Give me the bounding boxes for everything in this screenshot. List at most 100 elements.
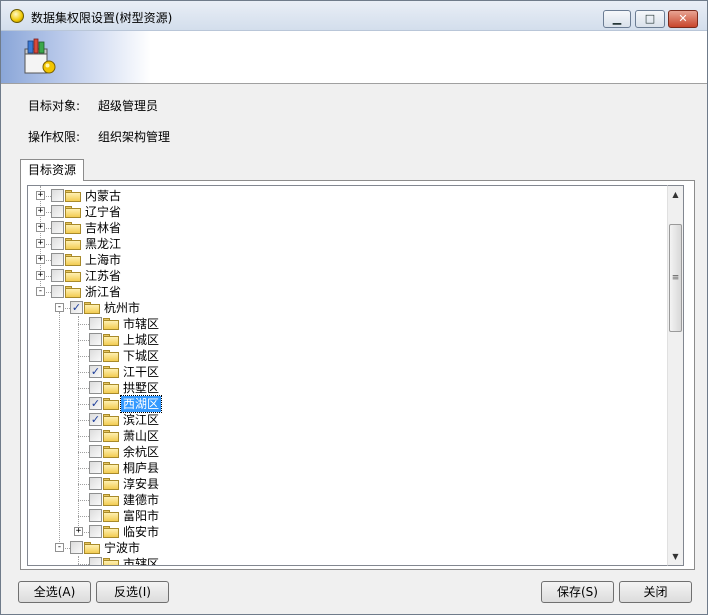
node-checkbox[interactable]: ✓: [89, 397, 102, 410]
tree-node[interactable]: ✓ 西湖区: [28, 395, 667, 413]
tree-node[interactable]: 建德市: [28, 492, 667, 508]
tree-node[interactable]: 富阳市: [28, 508, 667, 524]
tree-node-label[interactable]: 市辖区: [121, 316, 161, 332]
tree-node-label[interactable]: 江苏省: [83, 268, 123, 284]
tree-node-label[interactable]: 浙江省: [83, 284, 123, 300]
node-checkbox[interactable]: [89, 429, 102, 442]
node-checkbox[interactable]: [89, 445, 102, 458]
tree-node[interactable]: 市辖区: [28, 556, 667, 565]
node-checkbox[interactable]: [89, 317, 102, 330]
node-checkbox[interactable]: [89, 525, 102, 538]
scroll-thumb[interactable]: ≡: [669, 224, 682, 332]
tree-node-label[interactable]: 内蒙古: [83, 188, 123, 204]
tree-node-label[interactable]: 余杭区: [121, 444, 161, 460]
node-checkbox[interactable]: [89, 509, 102, 522]
tree-node[interactable]: + 吉林省: [28, 220, 667, 236]
expand-icon[interactable]: +: [36, 255, 45, 264]
maximize-button[interactable]: □: [635, 10, 665, 28]
node-checkbox[interactable]: [89, 381, 102, 394]
node-checkbox[interactable]: [51, 285, 64, 298]
node-checkbox[interactable]: [89, 493, 102, 506]
tree-node[interactable]: 淳安县: [28, 476, 667, 492]
tree-node[interactable]: 余杭区: [28, 444, 667, 460]
collapse-icon[interactable]: -: [55, 303, 64, 312]
expand-icon[interactable]: +: [36, 223, 45, 232]
close-button[interactable]: 关闭: [619, 581, 692, 603]
tree-node[interactable]: 市辖区: [28, 316, 667, 332]
tree-node-label[interactable]: 杭州市: [102, 300, 142, 316]
tree-node-label[interactable]: 辽宁省: [83, 204, 123, 220]
collapse-icon[interactable]: -: [36, 287, 45, 296]
tree-node-label[interactable]: 上城区: [121, 332, 161, 348]
tree-node-label[interactable]: 黑龙江: [83, 236, 123, 252]
tree-node[interactable]: 萧山区: [28, 428, 667, 444]
node-checkbox[interactable]: [89, 557, 102, 565]
node-checkbox[interactable]: [89, 461, 102, 474]
tree-node[interactable]: + 江苏省: [28, 268, 667, 284]
tree-node[interactable]: - 浙江省: [28, 284, 667, 300]
tab-target-resources[interactable]: 目标资源: [20, 159, 84, 181]
expand-icon[interactable]: +: [36, 191, 45, 200]
tree-node-label[interactable]: 西湖区: [119, 395, 163, 413]
select-all-button[interactable]: 全选(A): [18, 581, 91, 603]
tree-node-label[interactable]: 上海市: [83, 252, 123, 268]
scroll-down-arrow-icon[interactable]: ▼: [668, 548, 683, 565]
node-checkbox[interactable]: [51, 189, 64, 202]
tree-node-label[interactable]: 建德市: [121, 492, 161, 508]
tree-node-label[interactable]: 淳安县: [121, 476, 161, 492]
node-checkbox[interactable]: ✓: [89, 365, 102, 378]
expand-icon[interactable]: +: [36, 271, 45, 280]
node-checkbox[interactable]: [51, 221, 64, 234]
collapse-icon[interactable]: -: [55, 543, 64, 552]
tree-node-label[interactable]: 市辖区: [121, 556, 161, 565]
tree-node-label[interactable]: 富阳市: [121, 508, 161, 524]
tree-node-label[interactable]: 宁波市: [102, 540, 142, 556]
node-checkbox[interactable]: ✓: [89, 413, 102, 426]
tree-node-label[interactable]: 拱墅区: [121, 380, 161, 396]
title-bar[interactable]: 数据集权限设置(树型资源) ▁ □ ✕: [1, 1, 707, 31]
resource-tree[interactable]: + 内蒙古 + 辽宁省 + 吉林省 + 黑龙江 + 上海市 + 江苏省 - 浙江省 - ✓ 杭州市 市辖区 上城区下…: [27, 185, 667, 566]
node-checkbox[interactable]: [51, 205, 64, 218]
tree-node-label[interactable]: 江干区: [121, 364, 161, 380]
node-checkbox[interactable]: [89, 349, 102, 362]
tree-node[interactable]: + 辽宁省: [28, 204, 667, 220]
node-checkbox[interactable]: [51, 269, 64, 282]
tree-node[interactable]: + 黑龙江: [28, 236, 667, 252]
minimize-button[interactable]: ▁: [603, 10, 631, 28]
tree-node[interactable]: - 宁波市: [28, 540, 667, 556]
folder-icon-body: [84, 304, 100, 314]
node-checkbox[interactable]: [51, 253, 64, 266]
tree-node-label[interactable]: 萧山区: [121, 428, 161, 444]
folder-icon: [65, 238, 81, 250]
tree-node[interactable]: 桐庐县: [28, 460, 667, 476]
node-checkbox[interactable]: [70, 541, 83, 554]
tree-node[interactable]: + 上海市: [28, 252, 667, 268]
close-window-button[interactable]: ✕: [668, 10, 698, 28]
tree-node-label[interactable]: 吉林省: [83, 220, 123, 236]
scroll-up-arrow-icon[interactable]: ▲: [668, 186, 683, 203]
folder-icon: [103, 382, 119, 394]
expand-icon[interactable]: +: [36, 207, 45, 216]
tree-node-label[interactable]: 桐庐县: [121, 460, 161, 476]
tree-node[interactable]: 上城区: [28, 332, 667, 348]
expand-icon[interactable]: +: [74, 527, 83, 536]
node-checkbox[interactable]: [51, 237, 64, 250]
invert-selection-button[interactable]: 反选(I): [96, 581, 169, 603]
tree-node[interactable]: ✓ 江干区: [28, 364, 667, 380]
node-checkbox[interactable]: ✓: [70, 301, 83, 314]
node-checkbox[interactable]: [89, 333, 102, 346]
tree-node[interactable]: 下城区: [28, 348, 667, 364]
folder-icon: [103, 350, 119, 362]
tree-node[interactable]: - ✓ 杭州市: [28, 300, 667, 316]
tree-node[interactable]: 拱墅区: [28, 380, 667, 396]
node-checkbox[interactable]: [89, 477, 102, 490]
tree-node[interactable]: + 临安市: [28, 524, 667, 540]
save-button[interactable]: 保存(S): [541, 581, 614, 603]
tree-node[interactable]: ✓ 滨江区: [28, 412, 667, 428]
tree-scrollbar[interactable]: ▲ ≡ ▼: [667, 185, 684, 566]
tree-node-label[interactable]: 临安市: [121, 524, 161, 540]
expand-icon[interactable]: +: [36, 239, 45, 248]
tree-node-label[interactable]: 下城区: [121, 348, 161, 364]
tree-node[interactable]: + 内蒙古: [28, 188, 667, 204]
tree-node-label[interactable]: 滨江区: [121, 412, 161, 428]
